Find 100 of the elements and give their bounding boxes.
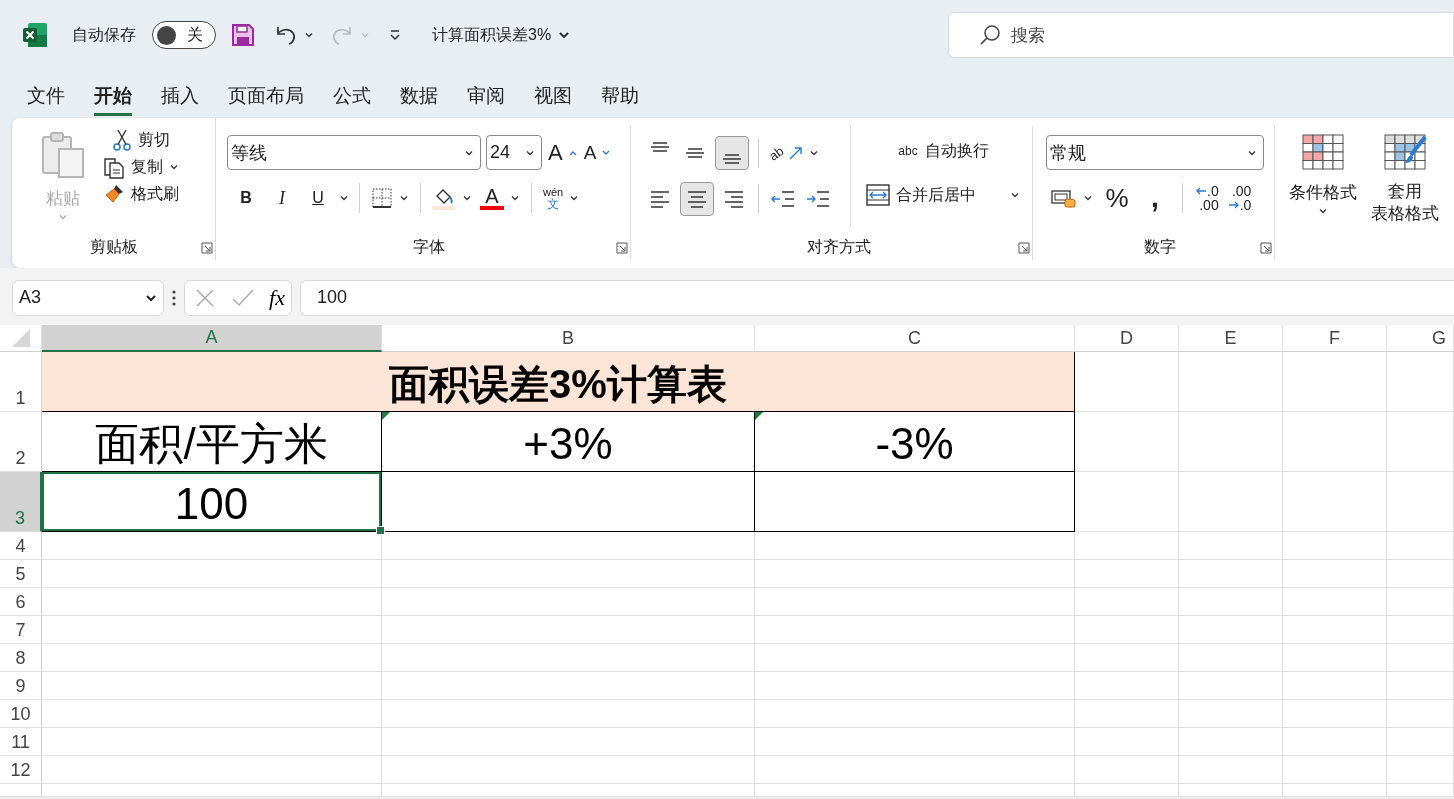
outdent-icon: [771, 189, 795, 209]
bold-button[interactable]: B: [231, 182, 261, 214]
table-brush-icon: [1383, 133, 1427, 171]
menu-tab[interactable]: 帮助: [601, 76, 639, 116]
corner-triangle-icon: [755, 412, 763, 420]
menu-tab[interactable]: 插入: [161, 76, 199, 116]
comma-style-button[interactable]: ,: [1140, 182, 1170, 214]
increase-decimal-button[interactable]: .0 .00: [1195, 183, 1220, 213]
row-header[interactable]: 4: [0, 532, 42, 560]
corner-triangle-icon: [10, 328, 31, 348]
row-header[interactable]: 7: [0, 616, 42, 644]
merge-center-button[interactable]: 合并后居中: [865, 183, 1021, 207]
borders-button[interactable]: [370, 186, 410, 210]
cut-button[interactable]: 剪切: [102, 128, 180, 152]
lines-icon: [686, 148, 704, 158]
arrow-left-icon: [1196, 187, 1206, 195]
decrease-decimal-button[interactable]: .00 .0: [1227, 183, 1253, 213]
font-color-button[interactable]: A: [479, 185, 521, 211]
menu-tab[interactable]: 审阅: [467, 76, 505, 116]
sheet-cell[interactable]: 100: [42, 472, 382, 532]
menu-tab[interactable]: 页面布局: [228, 76, 304, 116]
insert-function-button[interactable]: fx: [265, 284, 289, 311]
lines-icon: [651, 142, 669, 152]
row-header[interactable]: 9: [0, 672, 42, 700]
conditional-formatting-button[interactable]: 条件格式: [1283, 132, 1363, 217]
launcher-icon: [1260, 242, 1272, 254]
menu-tab[interactable]: 公式: [333, 76, 371, 116]
column-header[interactable]: A: [42, 325, 382, 352]
group-label: 对齐方式: [806, 236, 871, 257]
sheet-cell[interactable]: [382, 472, 755, 532]
name-box[interactable]: A3: [12, 279, 164, 316]
paintbrush-icon: [103, 183, 125, 205]
fill-handle[interactable]: [376, 526, 385, 535]
row-header[interactable]: [0, 784, 42, 797]
column-header[interactable]: D: [1075, 325, 1179, 352]
chevron-down-icon: [809, 148, 820, 158]
check-icon: [232, 287, 255, 308]
column-header[interactable]: G: [1387, 325, 1454, 352]
lines-icon: [688, 190, 706, 208]
close-icon: [195, 287, 215, 308]
increase-font-size-button[interactable]: A: [547, 138, 578, 167]
format-as-table-button[interactable]: 套用 表格格式: [1365, 132, 1445, 226]
copy-button[interactable]: 复制: [102, 154, 180, 180]
sheet-cell[interactable]: -3%: [755, 412, 1075, 472]
chevron-down-icon: [339, 193, 349, 203]
number-format-field[interactable]: 常规: [1046, 135, 1264, 170]
bottom-align-button[interactable]: [715, 136, 749, 170]
row-header[interactable]: 10: [0, 700, 42, 728]
row-header[interactable]: 3: [0, 472, 42, 532]
column-header[interactable]: E: [1179, 325, 1283, 352]
autosave-toggle[interactable]: 关: [152, 21, 216, 49]
row-header[interactable]: 11: [0, 728, 42, 756]
search-field[interactable]: 搜索: [948, 12, 1454, 58]
caret-down-icon: [602, 149, 611, 156]
sheet-cell[interactable]: +3%: [382, 412, 755, 472]
border-grid-icon: [371, 187, 393, 209]
row-header[interactable]: 5: [0, 560, 42, 588]
phonetic-guide-button[interactable]: wén 文: [542, 185, 581, 211]
menu-tab[interactable]: 文件: [27, 76, 65, 116]
chevron-down-icon: [569, 193, 580, 203]
chevron-down-icon: [1083, 193, 1093, 203]
column-header[interactable]: F: [1283, 325, 1387, 352]
orientation-button[interactable]: ab: [768, 144, 821, 162]
more-icon: [172, 289, 176, 306]
chevron-down-icon: [58, 212, 68, 222]
font-name-field[interactable]: 等线: [227, 135, 481, 170]
launcher-icon: [1018, 242, 1030, 254]
formula-field[interactable]: 100: [300, 279, 1454, 316]
format-painter-button[interactable]: 格式刷: [102, 182, 180, 206]
merge-cells-icon: [866, 184, 890, 206]
menu-tab[interactable]: 数据: [400, 76, 438, 116]
customize-toolbar-button[interactable]: [388, 28, 402, 42]
indent-icon: [806, 189, 830, 209]
chevron-down-icon: [510, 193, 520, 203]
underline-button[interactable]: U: [303, 182, 333, 214]
clipboard-icon: [41, 131, 85, 179]
percent-button[interactable]: %: [1102, 182, 1132, 214]
sheet-cell[interactable]: 面积/平方米: [42, 412, 382, 472]
chevron-down-icon: [399, 193, 409, 203]
wrap-text-button[interactable]: abc 自动换行: [865, 140, 1021, 163]
select-all-button[interactable]: [0, 325, 42, 352]
row-header[interactable]: 8: [0, 644, 42, 672]
save-button[interactable]: [231, 23, 255, 47]
center-button[interactable]: [680, 182, 714, 216]
money-coin-icon: [1051, 187, 1077, 209]
lines-icon: [651, 190, 669, 208]
row-header[interactable]: 6: [0, 588, 42, 616]
sheet-cell[interactable]: [755, 472, 1075, 532]
row-header[interactable]: 12: [0, 756, 42, 784]
font-size-field[interactable]: 24: [486, 135, 542, 170]
sheet-cell[interactable]: 面积误差3%计算表: [42, 352, 1075, 412]
launcher-icon: [201, 242, 213, 254]
column-header[interactable]: B: [382, 325, 755, 352]
column-header[interactable]: C: [755, 325, 1075, 352]
italic-button[interactable]: I: [267, 182, 297, 214]
menu-tab[interactable]: 视图: [534, 76, 572, 116]
menu-tab[interactable]: 开始: [94, 76, 132, 116]
decrease-font-size-button[interactable]: A: [582, 140, 612, 165]
launcher-icon: [616, 242, 628, 254]
document-title-button[interactable]: 计算面积误差3%: [432, 24, 572, 46]
